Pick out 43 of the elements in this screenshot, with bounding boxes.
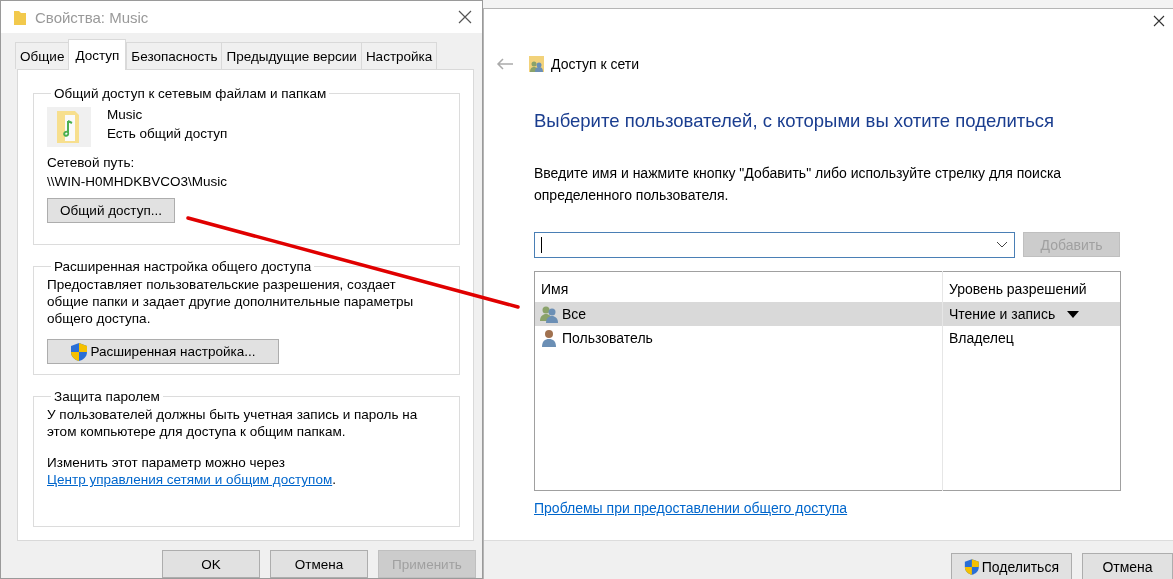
folder-name: Music: [107, 107, 144, 122]
cancel-button[interactable]: Отмена: [270, 550, 368, 578]
tab[interactable]: Настройка: [360, 42, 438, 69]
note-text: Изменить этот параметр можно через Центр управления сетями и общим доступом.: [47, 454, 337, 488]
network-path: \\WIN-H0MHDKBVCO3\Music: [47, 174, 228, 189]
shared-folder-icon: [528, 55, 545, 73]
shield-icon: [70, 341, 89, 362]
user-name-combobox[interactable]: [534, 232, 1015, 258]
permission-level: Владелец: [949, 330, 1014, 346]
user-name: Все: [562, 306, 587, 322]
path-label: Сетевой путь:: [47, 155, 136, 170]
close-icon[interactable]: [458, 10, 472, 24]
user-name: Пользователь: [562, 330, 653, 346]
page-heading: Выберите пользователей, с которыми вы хотите поделиться: [534, 110, 1056, 132]
permission-level: Чтение и запись: [949, 306, 1056, 322]
description-text: Предоставляет пользовательские разрешения, создает общие папки и задает другие дополнительные параметры общего доступа.: [47, 276, 415, 327]
shield-icon: [964, 557, 980, 577]
group-heading: Защита паролем: [53, 389, 161, 404]
group-heading: Общий доступ к сетевым файлам и папкам: [53, 86, 328, 101]
group-heading: Расширенная настройка общего доступа: [53, 259, 313, 274]
instructions-text: Введите имя и нажмите кнопку "Добавить" либо используйте стрелку для поиска определенного пользователя.: [534, 164, 1063, 205]
dropdown-caret-icon[interactable]: [1067, 310, 1080, 318]
cancel-button[interactable]: Отмена: [1082, 553, 1173, 579]
close-icon[interactable]: [1153, 15, 1165, 27]
tab[interactable]: Доступ: [68, 39, 127, 70]
tab[interactable]: Общие: [15, 42, 70, 69]
music-folder-icon: [47, 107, 91, 147]
column-header: Имя: [534, 271, 943, 302]
chevron-down-icon[interactable]: [996, 241, 1008, 249]
folder-icon: [13, 8, 27, 26]
ok-button[interactable]: OK: [162, 550, 260, 578]
user-row[interactable]: Пользователь Владелец: [534, 326, 1121, 350]
users-icon: [539, 305, 559, 323]
window-title: Свойства: Music: [35, 8, 150, 26]
sharing-status: Есть общий доступ: [107, 126, 228, 141]
description-text: У пользователей должны быть учетная запись и пароль на этом компьютере для доступа к общим папкам.: [47, 406, 419, 440]
tab[interactable]: Безопасность: [126, 42, 223, 69]
window-title: Доступ к сети: [551, 56, 640, 72]
sharing-button[interactable]: Общий доступ...: [47, 198, 175, 223]
advanced-sharing-button[interactable]: Расширенная настройка...: [47, 339, 279, 364]
user-icon: [539, 329, 559, 347]
sharing-help-link[interactable]: Проблемы при предоставлении общего доступа: [534, 500, 848, 516]
share-button[interactable]: Поделиться: [951, 553, 1072, 579]
